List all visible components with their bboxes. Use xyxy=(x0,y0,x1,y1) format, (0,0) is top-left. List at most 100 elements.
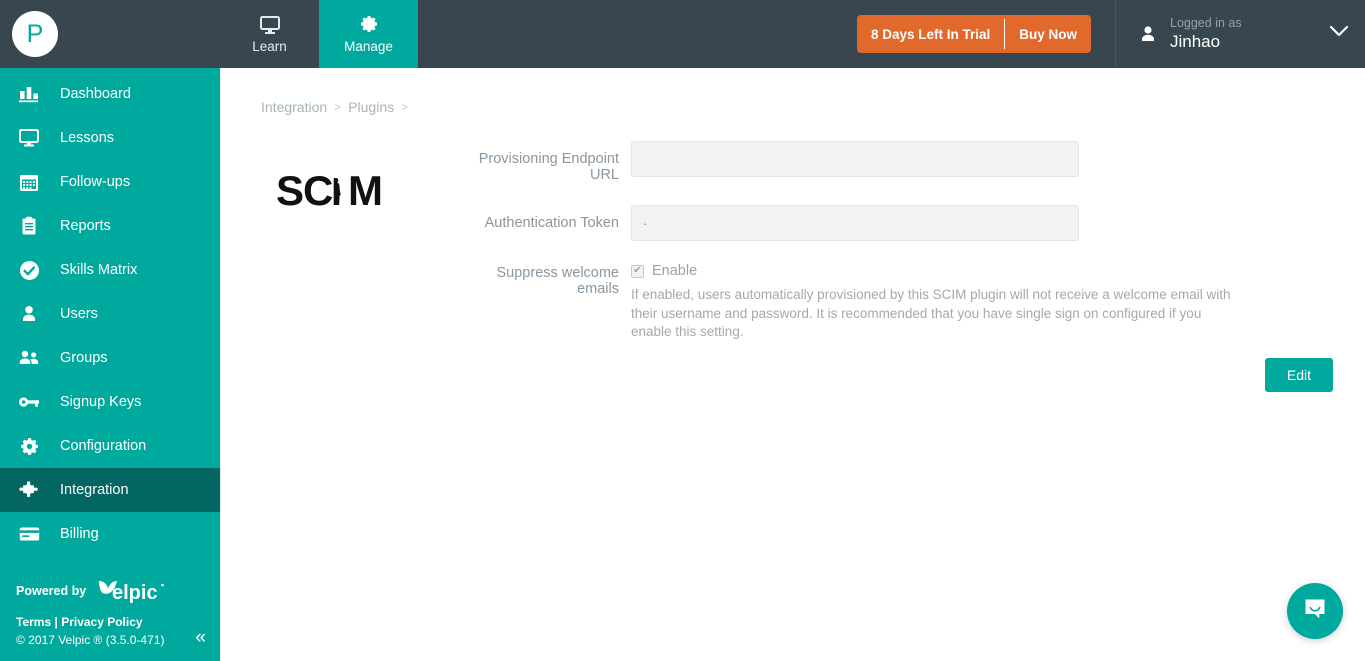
gear-icon xyxy=(16,436,42,457)
brand-zone: P xyxy=(0,0,220,68)
copyright-text: © 2017 Velpic ® (3.5.0-471) xyxy=(16,633,165,647)
sidebar-item-skills-matrix[interactable]: Skills Matrix xyxy=(0,248,220,292)
breadcrumb: Integration > Plugins > xyxy=(221,68,1365,115)
svg-text:M: M xyxy=(348,169,382,214)
sidebar-item-configuration[interactable]: Configuration xyxy=(0,424,220,468)
svg-text:elpic: elpic xyxy=(112,582,158,604)
calendar-icon xyxy=(16,173,42,192)
sidebar-item-label: Users xyxy=(60,306,98,322)
powered-by-label: Powered by xyxy=(16,584,87,598)
sidebar-item-label: Follow-ups xyxy=(60,174,131,190)
app-root: P Learn Manage 8 Days Left In Trial Buy … xyxy=(0,0,1365,661)
gear-icon xyxy=(359,14,379,34)
sidebar: Dashboard Lessons Follow-ups Reports Ski… xyxy=(0,68,220,661)
sidebar-item-reports[interactable]: Reports xyxy=(0,204,220,248)
trial-banner: 8 Days Left In Trial Buy Now xyxy=(856,15,1091,53)
provisioning-endpoint-url-input[interactable] xyxy=(631,141,1079,177)
sidebar-item-label: Lessons xyxy=(60,130,115,146)
tab-manage-label: Manage xyxy=(344,39,393,54)
velpic-logo: elpic xyxy=(94,578,166,604)
sidebar-item-groups[interactable]: Groups xyxy=(0,336,220,380)
plugin-logo-column: SC M xyxy=(221,141,451,342)
header-right: 8 Days Left In Trial Buy Now Logged in a… xyxy=(856,0,1365,68)
legal-separator: | xyxy=(54,615,58,629)
token-row: Authentication Token xyxy=(451,205,1330,241)
breadcrumb-item-plugins[interactable]: Plugins xyxy=(348,99,394,115)
sidebar-footer: Powered by elpic Terms | Privacy Policy … xyxy=(0,578,220,661)
tab-manage[interactable]: Manage xyxy=(319,0,418,68)
plugin-panel: SC M Provisioning Endpoint URL Authentic… xyxy=(221,115,1365,342)
sidebar-item-integration[interactable]: Integration xyxy=(0,468,220,512)
sidebar-item-users[interactable]: Users xyxy=(0,292,220,336)
breadcrumb-separator: > xyxy=(401,100,409,114)
form-actions: Edit xyxy=(221,342,1365,392)
enable-checkbox[interactable]: ✔ xyxy=(631,264,644,278)
edit-button[interactable]: Edit xyxy=(1264,357,1333,392)
breadcrumb-separator: > xyxy=(334,100,342,114)
sidebar-item-label: Groups xyxy=(60,350,108,366)
tab-learn-label: Learn xyxy=(252,39,287,54)
breadcrumb-item-integration[interactable]: Integration xyxy=(261,99,327,115)
suppress-emails-field: ✔ Enable If enabled, users automatically… xyxy=(631,263,1251,342)
sidebar-items: Dashboard Lessons Follow-ups Reports Ski… xyxy=(0,68,220,556)
endpoint-control xyxy=(631,141,1079,177)
legal-links: Terms | Privacy Policy xyxy=(16,615,220,629)
suppress-emails-help-text: If enabled, users automatically provisio… xyxy=(631,287,1231,340)
powered-by-row: Powered by elpic xyxy=(16,578,220,604)
sidebar-item-follow-ups[interactable]: Follow-ups xyxy=(0,160,220,204)
endpoint-label: Provisioning Endpoint URL xyxy=(478,151,619,183)
clipboard-icon xyxy=(16,216,42,236)
authentication-token-input[interactable] xyxy=(631,205,1079,241)
svg-text:SC: SC xyxy=(276,169,333,214)
sidebar-item-label: Configuration xyxy=(60,438,147,454)
key-icon xyxy=(16,395,42,409)
token-control xyxy=(631,205,1079,241)
enable-checkbox-line: ✔ Enable xyxy=(631,263,1251,279)
sidebar-item-label: Dashboard xyxy=(60,86,131,102)
enable-checkbox-label: Enable xyxy=(652,263,698,279)
buy-now-button[interactable]: Buy Now xyxy=(1005,15,1091,53)
avatar-initial: P xyxy=(26,19,44,48)
sidebar-item-lessons[interactable]: Lessons xyxy=(0,116,220,160)
chat-launcher-button[interactable] xyxy=(1287,583,1343,639)
puzzle-icon xyxy=(16,480,42,500)
collapse-sidebar-icon[interactable]: « xyxy=(195,628,206,647)
monitor-icon xyxy=(16,129,42,147)
sidebar-item-signup-keys[interactable]: Signup Keys xyxy=(0,380,220,424)
suppress-emails-label: Suppress welcome emails xyxy=(496,265,620,297)
avatar[interactable]: P xyxy=(12,11,58,57)
sidebar-item-label: Reports xyxy=(60,218,111,234)
sidebar-item-label: Skills Matrix xyxy=(60,262,138,278)
monitor-icon xyxy=(259,14,280,34)
sidebar-item-label: Billing xyxy=(60,526,99,542)
terms-link[interactable]: Terms xyxy=(16,615,51,629)
checkmark-icon: ✔ xyxy=(633,265,642,276)
token-label: Authentication Token xyxy=(484,215,619,231)
top-tabs: Learn Manage xyxy=(220,0,418,68)
bar-chart-icon xyxy=(16,85,42,103)
check-circle-icon xyxy=(16,260,42,281)
chevron-down-icon[interactable] xyxy=(1329,25,1349,43)
sidebar-item-label: Signup Keys xyxy=(60,394,142,410)
user-icon xyxy=(16,304,42,324)
scim-logo: SC M xyxy=(276,167,396,342)
privacy-policy-link[interactable]: Privacy Policy xyxy=(61,615,142,629)
trial-days-label[interactable]: 8 Days Left In Trial xyxy=(857,15,1004,53)
users-icon xyxy=(16,348,42,368)
user-menu[interactable]: Logged in as Jinhao xyxy=(1115,0,1365,68)
suppress-emails-row: Suppress welcome emails ✔ Enable If enab… xyxy=(451,263,1330,342)
sidebar-item-label: Integration xyxy=(60,482,129,498)
user-icon xyxy=(1138,24,1158,44)
plugin-form: Provisioning Endpoint URL Authentication… xyxy=(451,141,1365,342)
chat-bubble-icon xyxy=(1301,595,1329,628)
user-text: Logged in as Jinhao xyxy=(1170,16,1242,53)
sidebar-item-billing[interactable]: Billing xyxy=(0,512,220,556)
sidebar-item-dashboard[interactable]: Dashboard xyxy=(0,72,220,116)
credit-card-icon xyxy=(16,526,42,542)
tab-learn[interactable]: Learn xyxy=(220,0,319,68)
main-content: Integration > Plugins > SC M Provisionin… xyxy=(220,68,1365,661)
user-name: Jinhao xyxy=(1170,32,1221,52)
endpoint-row: Provisioning Endpoint URL xyxy=(451,141,1330,183)
top-header: P Learn Manage 8 Days Left In Trial Buy … xyxy=(0,0,1365,68)
logged-in-label: Logged in as xyxy=(1170,15,1242,30)
